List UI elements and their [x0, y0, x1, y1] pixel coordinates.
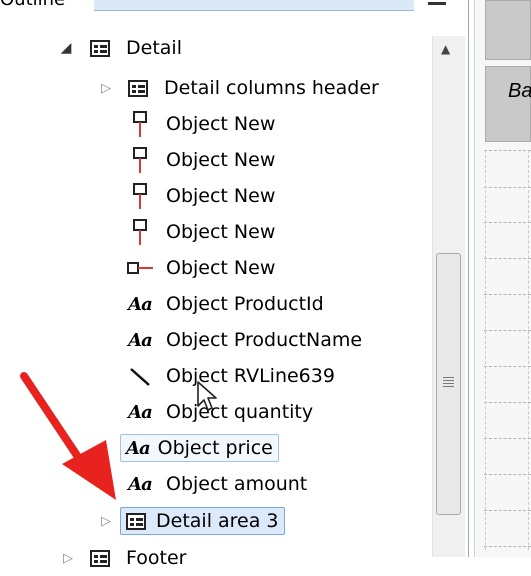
tree-node-label: Detail area 3: [156, 510, 279, 532]
canvas-cell[interactable]: [485, 0, 531, 60]
tree-node-footer[interactable]: ▷ Footer: [56, 540, 190, 576]
text-field-icon: Aa: [128, 401, 153, 423]
tree-node-label: Object New: [166, 185, 276, 207]
grid-line-vertical: [485, 150, 486, 550]
grid-line: [484, 187, 531, 188]
tree-node-label: Object New: [166, 257, 276, 279]
tree-node-label: Object quantity: [166, 401, 314, 423]
grid-line: [484, 222, 531, 223]
tree-node-object-new[interactable]: Object New: [126, 142, 279, 178]
tree-node-detail[interactable]: ◢ Detail: [56, 30, 186, 66]
line-icon: [126, 362, 154, 390]
outline-filter-field[interactable]: [94, 0, 414, 11]
grid-line: [484, 150, 531, 151]
text-field-icon: Aa: [128, 473, 153, 495]
text-field-icon: Aa: [128, 329, 153, 351]
tree-node-label: Object ProductName: [166, 329, 363, 351]
pin-icon: [126, 182, 154, 210]
tree-node-label: Object RVLine639: [166, 365, 335, 387]
tree-node-object-amount[interactable]: Aa Object amount: [126, 466, 311, 502]
grid-icon: [86, 544, 114, 572]
collapsed-triangle-icon[interactable]: ▷: [98, 80, 114, 96]
grid-line: [484, 546, 531, 547]
mouse-cursor-icon: [196, 380, 218, 416]
grid-icon: [124, 74, 152, 102]
tree-node-object-new[interactable]: Object New: [126, 250, 279, 286]
annotation-arrow-icon: [20, 372, 120, 516]
grid-line: [484, 438, 531, 439]
minimize-icon[interactable]: [428, 2, 446, 5]
scrollbar-grip-icon: [443, 377, 454, 387]
tree-node-detail-columns-header[interactable]: ▷ Detail columns header: [94, 70, 383, 106]
tree-node-object-new[interactable]: Object New: [126, 106, 279, 142]
pin-icon: [126, 218, 154, 246]
grid-line: [484, 258, 531, 259]
grid-line-vertical: [528, 150, 529, 550]
tree-node-object-quantity[interactable]: Aa Object quantity: [126, 394, 317, 430]
grid-icon: [86, 34, 114, 62]
scroll-up-arrow-icon[interactable]: ▲: [441, 42, 450, 56]
grid-line: [484, 294, 531, 295]
tree-node-detail-area-3[interactable]: ▷ Detail area 3: [94, 503, 285, 539]
tree-node-label: Object price: [157, 437, 273, 459]
tree-node-object-rvline639[interactable]: Object RVLine639: [126, 358, 339, 394]
tree-node-label: Object New: [166, 113, 276, 135]
grid-line: [484, 510, 531, 511]
text-field-icon: Aa: [128, 293, 153, 315]
outline-title: Outline: [0, 0, 65, 10]
horizontal-pin-icon: [126, 254, 154, 282]
tree-node-object-new[interactable]: Object New: [126, 214, 279, 250]
grid-line: [484, 366, 531, 367]
tree-node-label: Object amount: [166, 473, 308, 495]
grid-line: [484, 402, 531, 403]
tree-node-label: Detail columns header: [164, 77, 379, 99]
tree-node-highlight: Detail area 3: [120, 507, 285, 535]
canvas-cell-text: Ba: [508, 80, 531, 102]
tree-node-object-productid[interactable]: Aa Object ProductId: [126, 286, 328, 322]
grid-line: [484, 474, 531, 475]
text-field-icon: Aa: [126, 437, 151, 459]
tree-node-label: Footer: [126, 547, 187, 569]
tree-node-object-productname[interactable]: Aa Object ProductName: [126, 322, 366, 358]
pin-icon: [126, 110, 154, 138]
tree-node-label: Object ProductId: [166, 293, 324, 315]
pin-icon: [126, 146, 154, 174]
canvas-cell[interactable]: [485, 66, 531, 142]
tree-node-label: Object New: [166, 221, 276, 243]
panel-divider-shadow: [474, 0, 475, 557]
tree-node-highlight: Aa Object price: [120, 434, 279, 462]
tree-node-label: Object New: [166, 149, 276, 171]
tree-node-object-price[interactable]: Aa Object price: [120, 430, 279, 466]
expanded-triangle-icon[interactable]: ◢: [58, 40, 74, 56]
tree-node-object-new[interactable]: Object New: [126, 178, 279, 214]
panel-divider[interactable]: [468, 0, 469, 557]
grid-line: [484, 330, 531, 331]
grid-icon: [126, 512, 146, 530]
tree-node-label: Detail: [126, 37, 182, 59]
collapsed-triangle-icon[interactable]: ▷: [60, 550, 76, 566]
